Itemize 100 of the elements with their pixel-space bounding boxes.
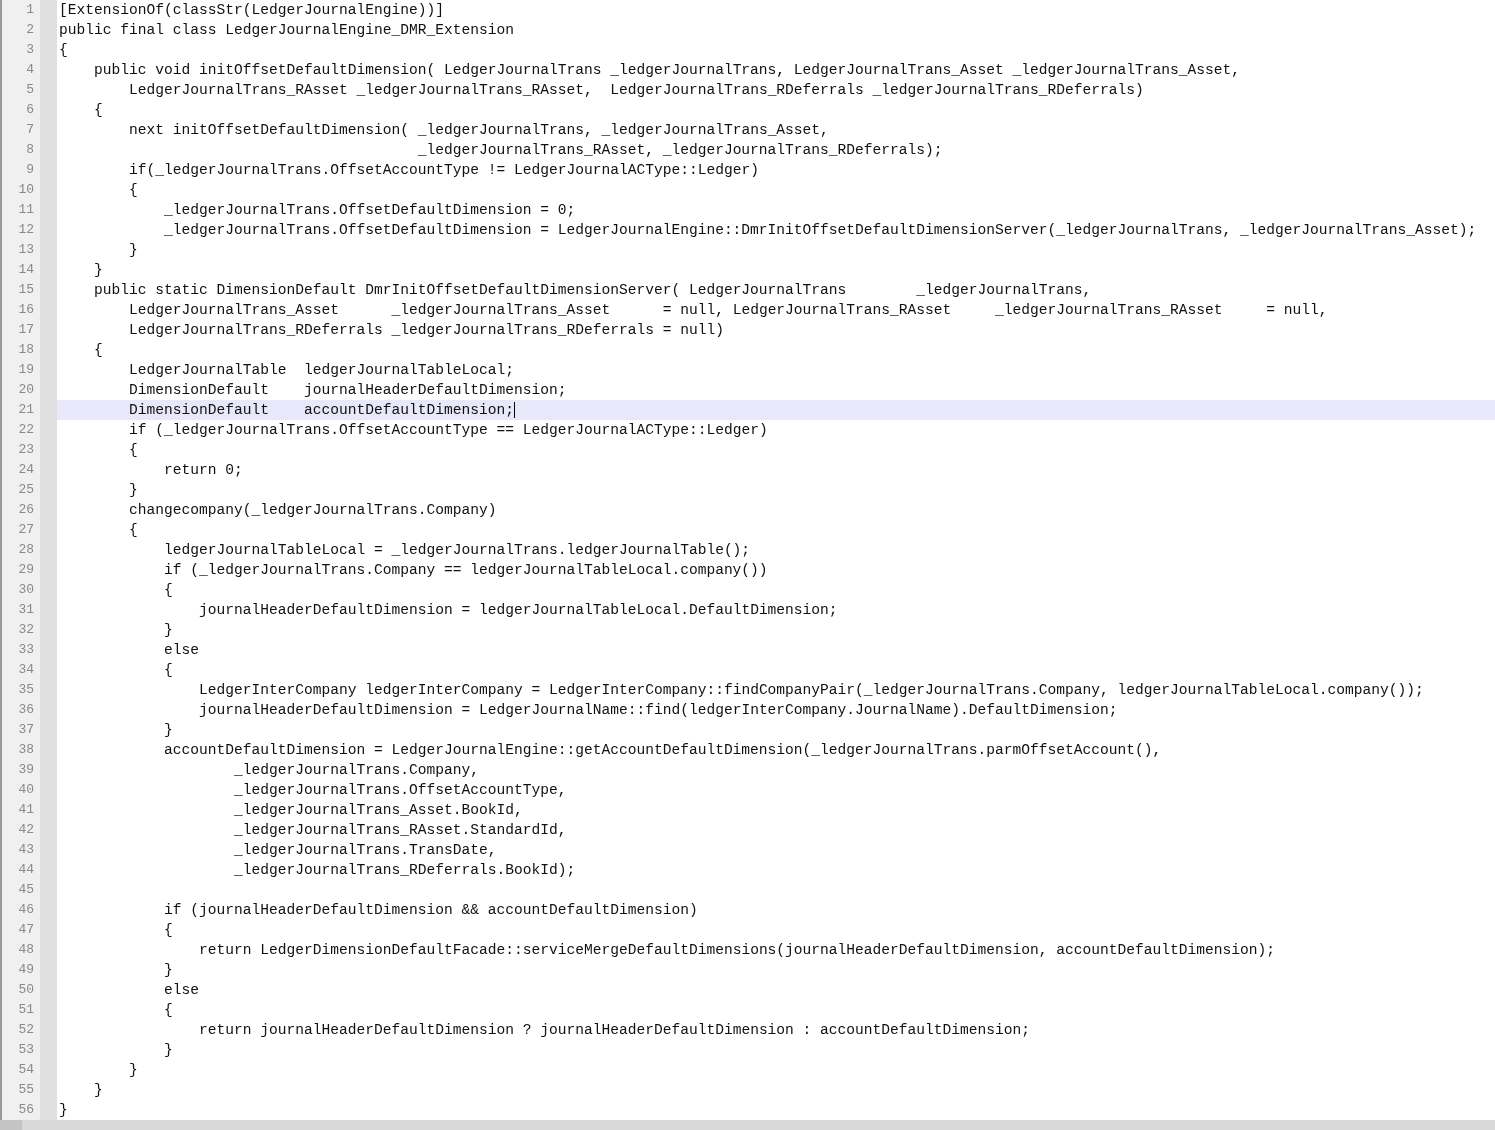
line-number: 18	[18, 341, 34, 359]
code-line: }	[164, 961, 173, 980]
code-line: next initOffsetDefaultDimension( _ledgerJournalTrans, _ledgerJournalTrans_Asset,	[129, 121, 829, 140]
text-cursor	[513, 402, 515, 418]
code-line: accountDefaultDimension = LedgerJournalEngine::getAccountDefaultDimension(_ledgerJournalTrans.parmOffsetAccount(),	[164, 741, 1162, 760]
code-line: {	[94, 341, 103, 360]
line-number: 19	[18, 361, 34, 379]
code-line: }	[164, 721, 173, 740]
code-line: return 0;	[164, 461, 243, 480]
line-number: 38	[18, 741, 34, 759]
code-line: _ledgerJournalTrans.Company,	[233, 761, 479, 780]
line-number: 21	[18, 401, 34, 419]
line-number: 45	[18, 881, 34, 899]
code-line: {	[164, 921, 173, 940]
code-line: LedgerJournalTable ledgerJournalTableLocal;	[129, 361, 514, 380]
code-line: LedgerJournalTrans_Asset _ledgerJournalTrans_Asset = null, LedgerJournalTrans_RAsset _ledgerJournalTrans_RAsset = null,	[129, 301, 1328, 320]
code-line: {	[129, 181, 138, 200]
line-number: 22	[18, 421, 34, 439]
line-number: 48	[18, 941, 34, 959]
line-number: 2	[26, 21, 34, 39]
line-number: 27	[18, 521, 34, 539]
code-line: public void initOffsetDefaultDimension( LedgerJournalTrans _ledgerJournalTrans, LedgerJournalTrans_Asset _ledgerJournalTrans_Asset,	[94, 61, 1241, 80]
code-line: }	[129, 481, 138, 500]
line-number: 39	[18, 761, 34, 779]
code-line: LedgerInterCompany ledgerInterCompany = LedgerInterCompany::findCompanyPair(_ledgerJournalTrans.Company, ledgerJournalTableLocal.company());	[199, 681, 1424, 700]
code-line: {	[164, 661, 173, 680]
line-number: 49	[18, 961, 34, 979]
code-line: }	[129, 241, 138, 260]
line-number: 16	[18, 301, 34, 319]
line-number: 23	[18, 441, 34, 459]
line-number: 15	[18, 281, 34, 299]
code-line: DimensionDefault journalHeaderDefaultDimension;	[129, 381, 567, 400]
code-line: public final class LedgerJournalEngine_DMR_Extension	[59, 21, 514, 40]
line-number: 41	[18, 801, 34, 819]
code-line: return journalHeaderDefaultDimension ? journalHeaderDefaultDimension : accountDefaultDimension;	[199, 1021, 1031, 1040]
line-number: 47	[18, 921, 34, 939]
code-line: {	[129, 521, 138, 540]
code-line: _ledgerJournalTrans.TransDate,	[233, 841, 497, 860]
code-line: return LedgerDimensionDefaultFacade::serviceMergeDefaultDimensions(journalHeaderDefaultDimension, accountDefaultDimension);	[199, 941, 1276, 960]
line-number: 32	[18, 621, 34, 639]
line-number: 30	[18, 581, 34, 599]
line-number: 34	[18, 661, 34, 679]
line-number: 6	[26, 101, 34, 119]
line-number: 10	[18, 181, 34, 199]
line-number: 53	[18, 1041, 34, 1059]
line-number: 35	[18, 681, 34, 699]
line-number: 20	[18, 381, 34, 399]
code-line: journalHeaderDefaultDimension = ledgerJournalTableLocal.DefaultDimension;	[199, 601, 838, 620]
code-line: }	[94, 1081, 103, 1100]
line-number: 26	[18, 501, 34, 519]
line-number: 17	[18, 321, 34, 339]
horizontal-scrollbar[interactable]	[0, 1120, 1495, 1130]
code-line: {	[59, 41, 68, 60]
code-line: _ledgerJournalTrans_RAsset.StandardId,	[233, 821, 567, 840]
code-line: journalHeaderDefaultDimension = LedgerJournalName::find(ledgerInterCompany.JournalName).DefaultDimension;	[199, 701, 1118, 720]
line-number: 55	[18, 1081, 34, 1099]
code-line: {	[129, 441, 138, 460]
line-number: 1	[26, 1, 34, 19]
line-number: 11	[18, 201, 34, 219]
code-line: }	[59, 1101, 68, 1120]
code-line: else	[164, 981, 199, 1000]
code-line: {	[94, 101, 103, 120]
line-number: 36	[18, 701, 34, 719]
code-line: {	[164, 1001, 173, 1020]
line-number: 52	[18, 1021, 34, 1039]
code-line: }	[94, 261, 103, 280]
line-number: 9	[26, 161, 34, 179]
code-line: if(_ledgerJournalTrans.OffsetAccountType != LedgerJournalACType::Ledger)	[129, 161, 759, 180]
code-line: }	[164, 1041, 173, 1060]
code-line: if (_ledgerJournalTrans.OffsetAccountType == LedgerJournalACType::Ledger)	[129, 421, 768, 440]
line-number: 7	[26, 121, 34, 139]
line-number: 42	[18, 821, 34, 839]
code-line: }	[129, 1061, 138, 1080]
code-line: ledgerJournalTableLocal = _ledgerJournalTrans.ledgerJournalTable();	[164, 541, 751, 560]
code-line: LedgerJournalTrans_RDeferrals _ledgerJournalTrans_RDeferrals = null)	[129, 321, 724, 340]
code-line: _ledgerJournalTrans_RDeferrals.BookId);	[233, 861, 576, 880]
line-number: 12	[18, 221, 34, 239]
line-number: 24	[18, 461, 34, 479]
code-line: _ledgerJournalTrans_Asset.BookId,	[233, 801, 523, 820]
code-line: _ledgerJournalTrans.OffsetDefaultDimension = 0;	[164, 201, 576, 220]
line-number: 31	[18, 601, 34, 619]
code-line: }	[164, 621, 173, 640]
code-line: _ledgerJournalTrans.OffsetAccountType,	[233, 781, 567, 800]
line-number: 50	[18, 981, 34, 999]
code-line: LedgerJournalTrans_RAsset _ledgerJournalTrans_RAsset, LedgerJournalTrans_RDeferrals _ledgerJournalTrans_RDeferrals)	[129, 81, 1144, 100]
code-line: public static DimensionDefault DmrInitOffsetDefaultDimensionServer( LedgerJournalTrans _ledgerJournalTrans,	[94, 281, 1092, 300]
line-number: 8	[26, 141, 34, 159]
line-number: 54	[18, 1061, 34, 1079]
code-line: {	[164, 581, 173, 600]
code-line: if (journalHeaderDefaultDimension && accountDefaultDimension)	[164, 901, 698, 920]
line-number: 29	[18, 561, 34, 579]
code-line: DimensionDefault accountDefaultDimension;	[129, 401, 514, 420]
code-line: _ledgerJournalTrans_RAsset, _ledgerJournalTrans_RDeferrals);	[417, 141, 943, 160]
line-number: 56	[18, 1101, 34, 1119]
line-number: 40	[18, 781, 34, 799]
line-number: 51	[18, 1001, 34, 1019]
line-number: 33	[18, 641, 34, 659]
code-line: _ledgerJournalTrans.OffsetDefaultDimension = LedgerJournalEngine::DmrInitOffsetDefaultDimensionServer(_ledgerJournalTrans, _ledgerJournalTrans_Asset);	[164, 221, 1477, 240]
code-line: if (_ledgerJournalTrans.Company == ledgerJournalTableLocal.company())	[164, 561, 768, 580]
line-number: 14	[18, 261, 34, 279]
